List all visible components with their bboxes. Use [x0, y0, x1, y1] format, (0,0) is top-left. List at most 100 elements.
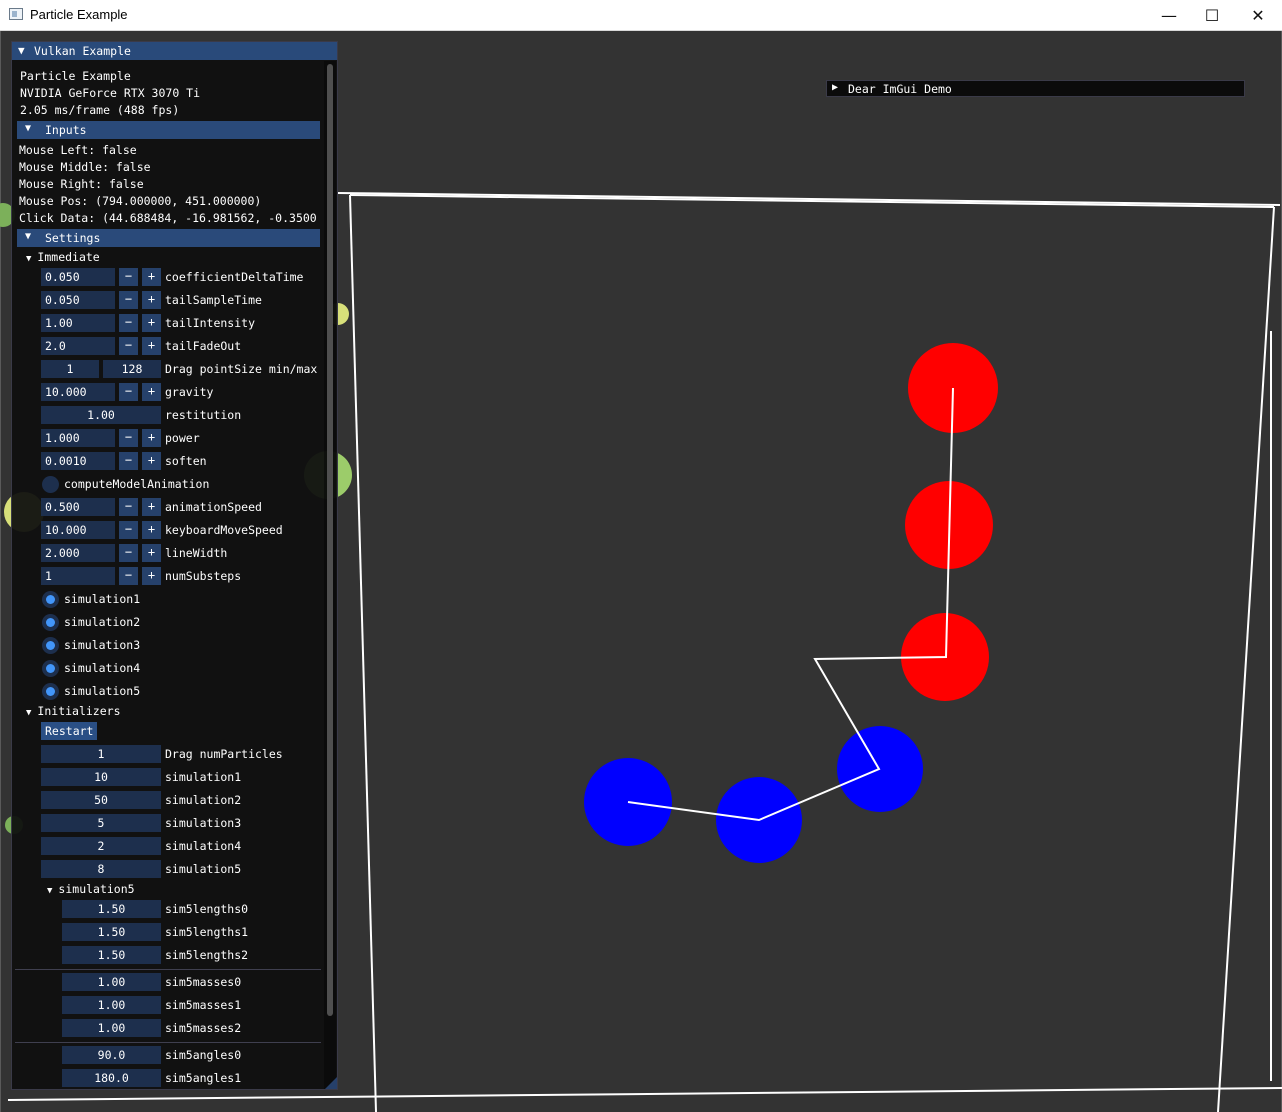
- resize-grip[interactable]: [325, 1077, 337, 1089]
- keyboard-move-speed-plus-button[interactable]: +: [142, 521, 161, 539]
- tail-intensity-input[interactable]: 1.00: [41, 314, 115, 332]
- gravity-minus-button[interactable]: −: [119, 383, 138, 401]
- simulation5-radio-label: simulation5: [64, 684, 141, 698]
- collapse-triangle-icon: ▼: [26, 708, 32, 718]
- info-frame-time: 2.05 ms/frame (488 fps): [20, 103, 180, 117]
- sim5-label: simulation5: [58, 882, 135, 896]
- gravity-plus-button[interactable]: +: [142, 383, 161, 401]
- simulation3-radio-label: simulation3: [64, 638, 141, 652]
- point-size-max-drag[interactable]: 128: [103, 360, 161, 378]
- collapse-triangle-icon: ▼: [47, 886, 53, 896]
- sim5-angles0-input[interactable]: 90.0: [62, 1046, 161, 1064]
- demo-window-title: Dear ImGui Demo: [848, 82, 952, 96]
- dear-imgui-demo-window[interactable]: ▶ Dear ImGui Demo: [826, 80, 1245, 97]
- coefficient-delta-time-input[interactable]: 0.050: [41, 268, 115, 286]
- sim5-masses2-input[interactable]: 1.00: [62, 1019, 161, 1037]
- close-button[interactable]: ✕: [1235, 0, 1281, 31]
- init-simulation4-input[interactable]: 2: [41, 837, 161, 855]
- line-width-label: lineWidth: [165, 546, 228, 560]
- soften-plus-button[interactable]: +: [142, 452, 161, 470]
- init-simulation3-input[interactable]: 5: [41, 814, 161, 832]
- maximize-button[interactable]: ☐: [1189, 0, 1235, 31]
- expand-triangle-icon[interactable]: ▶: [832, 82, 838, 93]
- panel-titlebar[interactable]: ▼ Vulkan Example: [12, 42, 337, 60]
- init-simulation1-input[interactable]: 10: [41, 768, 161, 786]
- animation-speed-input[interactable]: 0.500: [41, 498, 115, 516]
- soften-input[interactable]: 0.0010: [41, 452, 115, 470]
- line-width-minus-button[interactable]: −: [119, 544, 138, 562]
- tail-intensity-minus-button[interactable]: −: [119, 314, 138, 332]
- num-substeps-minus-button[interactable]: −: [119, 567, 138, 585]
- animation-speed-plus-button[interactable]: +: [142, 498, 161, 516]
- simulation2-radio[interactable]: [42, 614, 59, 631]
- inputs-header[interactable]: ▼ Inputs: [17, 121, 320, 139]
- num-particles-drag[interactable]: 1: [41, 745, 161, 763]
- soften-minus-button[interactable]: −: [119, 452, 138, 470]
- mouse-pos-status: Mouse Pos: (794.000000, 451.000000): [19, 194, 262, 208]
- immediate-tree-node[interactable]: ▼ Immediate: [26, 250, 100, 264]
- power-input[interactable]: 1.000: [41, 429, 115, 447]
- coefficient-delta-time-minus-button[interactable]: −: [119, 268, 138, 286]
- simulation3-radio[interactable]: [42, 637, 59, 654]
- sim5-lengths0-label: sim5lengths0: [165, 902, 249, 916]
- keyboard-move-speed-minus-button[interactable]: −: [119, 521, 138, 539]
- sim5-masses1-label: sim5masses1: [165, 998, 242, 1012]
- coefficient-delta-time-plus-button[interactable]: +: [142, 268, 161, 286]
- gravity-label: gravity: [165, 385, 214, 399]
- panel-title: Vulkan Example: [34, 44, 131, 58]
- sim5-tree-node[interactable]: ▼ simulation5: [47, 882, 135, 896]
- minimize-button[interactable]: —: [1146, 0, 1192, 31]
- sim5-lengths1-input[interactable]: 1.50: [62, 923, 161, 941]
- tail-sample-time-minus-button[interactable]: −: [119, 291, 138, 309]
- tail-fade-out-label: tailFadeOut: [165, 339, 242, 353]
- tail-fade-out-input[interactable]: 2.0: [41, 337, 115, 355]
- collapse-triangle-icon[interactable]: ▼: [18, 44, 25, 57]
- settings-header-label: Settings: [45, 231, 101, 245]
- line-width-plus-button[interactable]: +: [142, 544, 161, 562]
- init-simulation4-label: simulation4: [165, 839, 242, 853]
- animation-speed-minus-button[interactable]: −: [119, 498, 138, 516]
- tail-intensity-plus-button[interactable]: +: [142, 314, 161, 332]
- restitution-label: restitution: [165, 408, 242, 422]
- sim5-masses1-input[interactable]: 1.00: [62, 996, 161, 1014]
- init-simulation2-input[interactable]: 50: [41, 791, 161, 809]
- window-titlebar[interactable]: Particle Example — ☐ ✕: [0, 0, 1282, 31]
- info-app-name: Particle Example: [20, 69, 131, 83]
- simulation5-radio[interactable]: [42, 683, 59, 700]
- vulkan-example-panel[interactable]: ▼ Vulkan Example Particle Example NVIDIA…: [11, 41, 338, 1090]
- keyboard-move-speed-input[interactable]: 10.000: [41, 521, 115, 539]
- settings-header[interactable]: ▼ Settings: [17, 229, 320, 247]
- box-edge-right: [1217, 206, 1275, 1112]
- tail-fade-out-minus-button[interactable]: −: [119, 337, 138, 355]
- num-substeps-input[interactable]: 1: [41, 567, 115, 585]
- power-plus-button[interactable]: +: [142, 429, 161, 447]
- initializers-tree-node[interactable]: ▼ Initializers: [26, 704, 121, 718]
- compute-model-animation-radio[interactable]: [42, 476, 59, 493]
- box-edge-top-back: [349, 194, 1275, 208]
- point-size-label: Drag pointSize min/max: [165, 362, 318, 376]
- sim5-lengths0-input[interactable]: 1.50: [62, 900, 161, 918]
- sim5-lengths2-input[interactable]: 1.50: [62, 946, 161, 964]
- tail-sample-time-plus-button[interactable]: +: [142, 291, 161, 309]
- restitution-slider[interactable]: 1.00: [41, 406, 161, 424]
- restart-button[interactable]: Restart: [41, 722, 98, 740]
- init-simulation5-label: simulation5: [165, 862, 242, 876]
- sim5-angles1-input[interactable]: 180.0: [62, 1069, 161, 1087]
- sim5-lengths1-label: sim5lengths1: [165, 925, 249, 939]
- animation-speed-label: animationSpeed: [165, 500, 262, 514]
- sim5-masses0-input[interactable]: 1.00: [62, 973, 161, 991]
- tail-sample-time-input[interactable]: 0.050: [41, 291, 115, 309]
- line-width-input[interactable]: 2.000: [41, 544, 115, 562]
- app-window-icon: [9, 8, 23, 20]
- collapse-triangle-icon: ▼: [25, 123, 32, 134]
- num-substeps-plus-button[interactable]: +: [142, 567, 161, 585]
- power-minus-button[interactable]: −: [119, 429, 138, 447]
- point-size-min-drag[interactable]: 1: [41, 360, 99, 378]
- panel-scrollbar-thumb[interactable]: [327, 64, 333, 1016]
- panel-scrollbar[interactable]: [324, 61, 336, 1089]
- init-simulation5-input[interactable]: 8: [41, 860, 161, 878]
- simulation4-radio[interactable]: [42, 660, 59, 677]
- simulation1-radio[interactable]: [42, 591, 59, 608]
- tail-fade-out-plus-button[interactable]: +: [142, 337, 161, 355]
- gravity-input[interactable]: 10.000: [41, 383, 115, 401]
